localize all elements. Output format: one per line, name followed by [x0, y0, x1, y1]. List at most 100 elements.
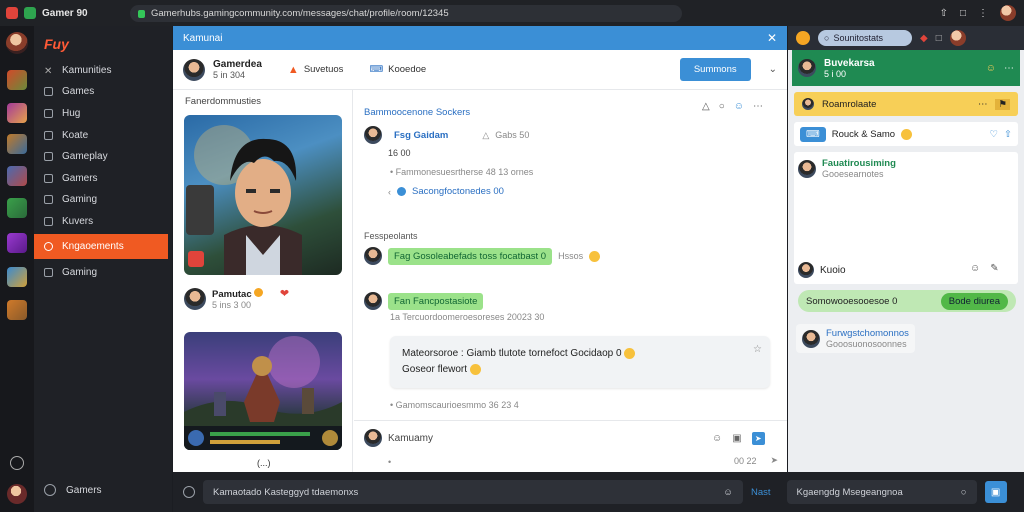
user-suggestion[interactable]: Furwgstchomonnos Gooosuonosoonnes [796, 324, 915, 353]
image-icon[interactable]: ▣ [732, 433, 741, 444]
chevron-down-icon[interactable]: ⌄ [769, 64, 777, 75]
emoji-icon[interactable]: ☺ [723, 487, 733, 498]
send-icon[interactable]: ➤ [751, 432, 765, 445]
profile-sub: 5 in 304 [213, 70, 246, 80]
emoji-icon [624, 347, 636, 359]
browser-tab[interactable]: Gamer 90 [42, 8, 88, 19]
rail-game-6[interactable] [7, 233, 27, 253]
sidebar-item-gaming[interactable]: Gaming [34, 188, 172, 210]
sidebar-item-hug[interactable]: Hug [34, 102, 172, 124]
emoji-icon [469, 363, 481, 375]
settings-icon[interactable] [10, 456, 24, 470]
green-pill-label: Somowooesooesoe 0 [806, 295, 898, 307]
avatar[interactable] [364, 429, 382, 447]
app-rail [0, 26, 34, 512]
avatar[interactable] [364, 126, 382, 144]
sidebar-item-label: Gaming [62, 266, 98, 278]
url-bar[interactable]: Gamerhubs.gamingcommunity.com/messages/c… [130, 5, 1024, 477]
pin-icon[interactable]: ☆ [753, 342, 762, 358]
send-arrow-icon[interactable]: ➤ [771, 455, 779, 466]
avatar[interactable] [798, 159, 816, 178]
rail-game-2[interactable] [7, 103, 27, 123]
notice-bar[interactable]: Roamrolaate ⋯ ⚑ [794, 92, 1018, 116]
profile-header: Gamerdea 5 in 304 ▲ Suvetuos ⌨ Kooedoe Sum… [173, 50, 787, 90]
sidebar-item-kngaoements[interactable]: Kngaoements [34, 234, 168, 259]
character-artwork[interactable] [184, 115, 342, 275]
sidebar-item-label: Gaming [62, 193, 98, 205]
sidebar-item-gaming-2[interactable]: Gaming [34, 261, 172, 283]
avatar[interactable] [798, 262, 814, 278]
quick-action-row[interactable]: ⌨ Rouck & Samo ♡ ⇧ [794, 122, 1018, 146]
rail-user-avatar[interactable] [7, 484, 27, 504]
conversation-tools: ☺ ✎ [970, 263, 999, 274]
sidebar-footer-label: Gamers [66, 484, 102, 496]
window-icon[interactable]: □ [936, 33, 942, 44]
battle-artwork[interactable] [184, 332, 342, 450]
rail-game-3[interactable] [7, 134, 27, 154]
edit-icon[interactable]: ✎ [990, 263, 998, 274]
sidebar-item-kuvers[interactable]: Kuvers [34, 210, 172, 232]
rail-game-8[interactable] [7, 300, 27, 320]
sidebar-item-gamers[interactable]: Gamers [34, 167, 172, 189]
send-button[interactable]: ▣ [984, 481, 1007, 503]
close-icon[interactable]: ✕ [767, 31, 777, 45]
next-link[interactable]: Nast [751, 487, 771, 498]
emoji-icon[interactable]: ☺ [970, 263, 980, 274]
palette-icon[interactable] [796, 31, 810, 45]
user-avatar[interactable] [949, 30, 966, 46]
menu-icon[interactable]: ⋮ [978, 8, 988, 19]
gem-icon[interactable]: ◆ [920, 33, 928, 44]
search-input[interactable]: ○ Sounitostats [818, 30, 912, 46]
green-pill-button[interactable]: Bode diurea [940, 292, 1008, 310]
more-icon[interactable]: ⋯ [753, 101, 763, 112]
more-icon[interactable]: ⋯ [978, 99, 988, 110]
composer-input[interactable]: Kamuamy [388, 433, 433, 444]
rail-game-7[interactable] [7, 267, 27, 287]
sidebar-item-label: Gamers [62, 172, 98, 184]
emoji-icon[interactable]: ☺ [986, 63, 996, 74]
chat-heading-row: Bammoocenone Sockers [364, 107, 470, 118]
secondary-input-text: Kgaengdg Msegeangnoa [796, 486, 903, 498]
app-logo[interactable]: Fuy [44, 36, 69, 52]
active-chat-card[interactable]: Buvekarsa 5 i 00 ☺ ⋯ [792, 50, 1020, 86]
avatar[interactable] [364, 247, 382, 265]
clock-icon[interactable]: ○ [719, 101, 725, 112]
message-input[interactable]: Kamaotado Kasteggyd tdaemonxs ☺ [203, 480, 743, 504]
window-icon[interactable]: □ [960, 8, 966, 19]
rail-game-4[interactable] [7, 166, 27, 186]
heart-icon[interactable]: ❤ [280, 288, 289, 300]
emoji-icon[interactable]: ☺ [712, 433, 722, 444]
like-icon[interactable]: △ [702, 101, 710, 112]
share-icon[interactable]: ⇧ [940, 8, 948, 19]
share-icon[interactable]: ⇧ [1004, 129, 1012, 140]
sidebar-item-koate[interactable]: Koate [34, 124, 172, 146]
summons-button[interactable]: Summons [679, 58, 751, 81]
rail-game-5[interactable] [7, 198, 27, 218]
sidebar-item-label: Games [62, 85, 95, 97]
sidebar-item-games[interactable]: Games [34, 80, 172, 102]
smile-icon[interactable]: ☺ [734, 101, 744, 112]
reply-link[interactable]: ‹ Sacongfoctonedes 00 [388, 186, 504, 197]
tag-icon[interactable]: ○ [961, 487, 967, 498]
profile-avatar[interactable] [1000, 5, 1016, 21]
heart-icon[interactable]: ♡ [990, 129, 999, 140]
avatar[interactable] [183, 58, 205, 81]
author-avatar[interactable] [184, 287, 206, 310]
more-icon[interactable]: ⋯ [1004, 63, 1014, 74]
link-kooedoe[interactable]: ⌨ Kooedoe [369, 64, 426, 75]
secondary-input[interactable]: Kgaengdg Msegeangnoa ○ [786, 480, 977, 504]
sidebar-item-gameplay[interactable]: Gameplay [34, 145, 172, 167]
message-bubble: Fag Gosoleabefads toss focatbast 0 [388, 247, 553, 265]
avatar[interactable] [364, 292, 382, 310]
composer-row: Kamuamy [364, 429, 433, 447]
sidebar-item-kamunities[interactable]: ✕ Kamunities [34, 59, 172, 81]
link-label: Kooedoe [388, 64, 427, 75]
rail-game-1[interactable] [7, 70, 27, 90]
flag-icon[interactable]: ⚑ [995, 98, 1010, 110]
info-icon[interactable] [183, 486, 195, 498]
sidebar-footer[interactable]: Gamers [44, 484, 102, 496]
link-suvetuos[interactable]: ▲ Suvetuos [288, 64, 344, 76]
green-pill[interactable]: Somowooesooesoe 0 Bode diurea [798, 290, 1016, 312]
rail-avatar[interactable] [6, 32, 28, 54]
composer-sub: • [388, 457, 391, 467]
